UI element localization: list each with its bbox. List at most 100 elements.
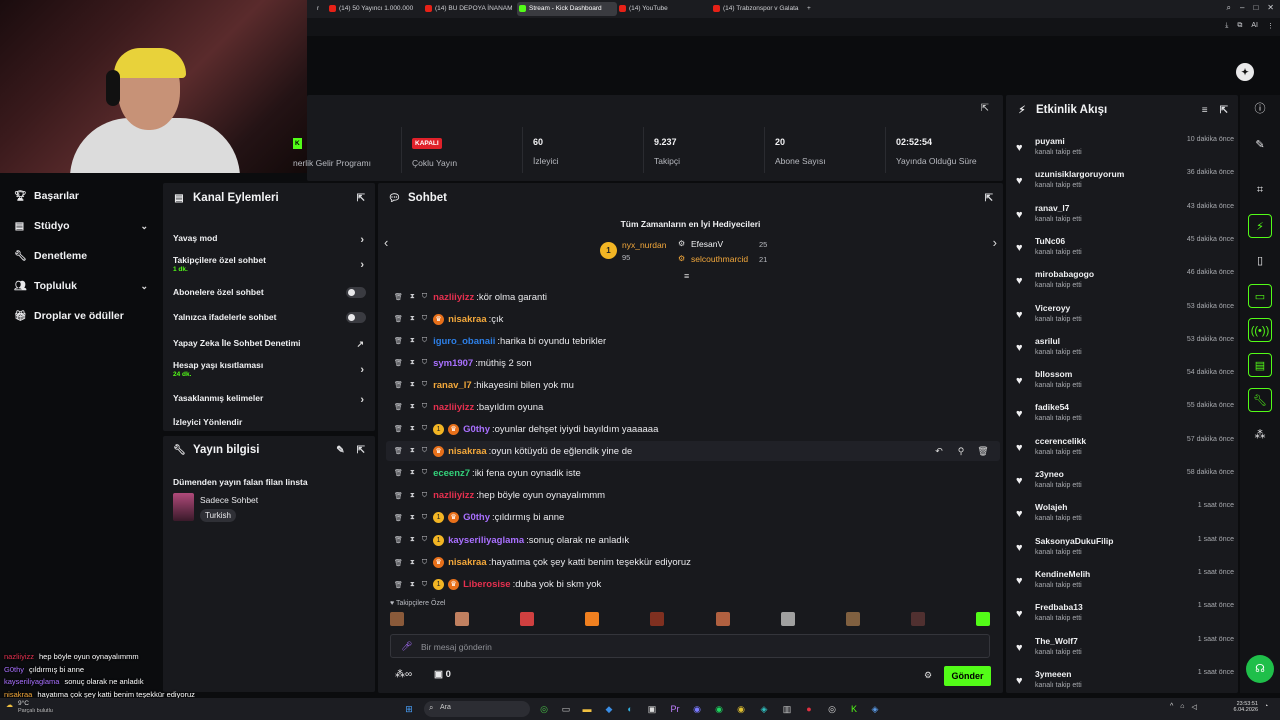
spotify-icon[interactable]: ◉ bbox=[712, 702, 726, 716]
feed-username[interactable]: ranav_l7 bbox=[1035, 203, 1070, 213]
chat-icon[interactable]: ▭ bbox=[1248, 284, 1272, 308]
feed-username[interactable]: Wolajeh bbox=[1035, 502, 1067, 512]
chat-message[interactable]: 🗑︎ ⧗ ⛉ nazliiyizz: bayıldım oyuna bbox=[386, 397, 1000, 417]
xbox-icon[interactable]: ◎ bbox=[537, 702, 551, 716]
feed-item[interactable]: ♥ KendineMelih kanalı takip etti 1 saat önc… bbox=[1016, 569, 1234, 599]
chat-username[interactable]: ranav_l7 bbox=[433, 380, 472, 391]
shield-icon[interactable]: ⛉ bbox=[422, 403, 427, 411]
broadcast-icon[interactable]: ((•)) bbox=[1248, 318, 1272, 342]
taskbar-search[interactable]: ⌕ Ara bbox=[424, 701, 530, 717]
emote[interactable] bbox=[520, 612, 535, 626]
trash-icon[interactable]: 🗑︎ bbox=[394, 293, 403, 301]
chat-message[interactable]: 🗑︎ ⧗ ⛉ iguro_obanaii: harika bi oyundu tebr… bbox=[386, 331, 1000, 351]
feed-username[interactable]: uzunisiklargoruyorum bbox=[1035, 169, 1124, 179]
windows-start-icon[interactable]: ⊞ bbox=[402, 702, 416, 716]
emote[interactable] bbox=[390, 612, 404, 626]
chat-username[interactable]: nisakraa bbox=[448, 314, 487, 325]
clock[interactable]: 23:53:51 6.04.2026 bbox=[1222, 701, 1258, 713]
mic-icon[interactable]: 🎤︎ bbox=[401, 641, 412, 652]
chat-message[interactable]: 🗑︎ ⧗ ⛉ nazliiyizz: kör olma garanti bbox=[386, 287, 1000, 307]
store-icon[interactable]: ◆ bbox=[602, 702, 616, 716]
emote[interactable] bbox=[910, 612, 925, 626]
feed-item[interactable]: ♥ ccerencelikk kanalı takip etti 57 dakika … bbox=[1016, 436, 1234, 466]
browser-tab[interactable]: rt bbox=[305, 2, 319, 16]
chat-username[interactable]: G0thy bbox=[463, 424, 490, 435]
network-icon[interactable]: ⌂ bbox=[1180, 703, 1184, 711]
document-icon[interactable]: ▯ bbox=[1248, 249, 1272, 273]
shield-icon[interactable]: ⛉ bbox=[422, 559, 427, 567]
chat-username[interactable]: nazliiyizz bbox=[433, 490, 474, 501]
chevron-left-icon[interactable]: ‹ bbox=[384, 235, 388, 250]
chat-message[interactable]: 🗑︎ ⧗ ⛉ ♛ nisakraa: hayatıma çok şey katti be… bbox=[386, 553, 1000, 573]
nav-droplar[interactable]: 🎁︎ Droplar ve ödüller bbox=[14, 307, 148, 325]
app-icon[interactable]: ◈ bbox=[757, 702, 771, 716]
trash-icon[interactable]: 🗑︎ bbox=[394, 581, 403, 589]
nav-denetleme[interactable]: 🔧︎ Denetleme bbox=[14, 247, 148, 265]
browser-tab[interactable]: (14) YouTube bbox=[617, 2, 707, 16]
feed-username[interactable]: Viceroyy bbox=[1035, 303, 1070, 313]
shield-icon[interactable]: ⛉ bbox=[422, 293, 427, 301]
minimize-icon[interactable]: – bbox=[1240, 3, 1244, 13]
browser-tab[interactable]: (14) 50 Yayıncı 1.000.000 bbox=[327, 2, 419, 16]
feed-item[interactable]: ♥ Viceroyy kanalı takip etti 53 dakika önce bbox=[1016, 303, 1234, 333]
trash-icon[interactable]: 🗑︎ bbox=[394, 559, 403, 567]
app-icon[interactable]: ▣ bbox=[645, 702, 659, 716]
feed-username[interactable]: z3yneo bbox=[1035, 469, 1064, 479]
trash-icon[interactable]: 🗑︎ bbox=[394, 359, 403, 367]
row-yapay-zeka[interactable]: Yapay Zeka İle Sohbet Denetimi ↗ bbox=[173, 338, 368, 349]
volume-icon[interactable]: ◁ bbox=[1192, 703, 1197, 711]
timeout-icon[interactable]: ⧗ bbox=[410, 559, 415, 567]
folder-icon[interactable]: ▬ bbox=[580, 702, 594, 716]
row-izleyici-yonlendir[interactable]: İzleyici Yönlendir bbox=[173, 417, 368, 427]
popout-icon[interactable]: ⇱ bbox=[985, 193, 993, 204]
row-takipci-sohbet[interactable]: Takipçilere özel sohbet 1 dk. › bbox=[173, 255, 368, 273]
row-hesap-yasi[interactable]: Hesap yaşı kısıtlaması 24 dk. › bbox=[173, 360, 368, 378]
feed-item[interactable]: ♥ Wolajeh kanalı takip etti 1 saat önce bbox=[1016, 502, 1234, 532]
trash-icon[interactable]: 🗑︎ bbox=[394, 536, 403, 544]
taskview-icon[interactable]: ▭ bbox=[559, 702, 573, 716]
feed-item[interactable]: ♥ Fredbaba13 kanalı takip etti 1 saat önce bbox=[1016, 602, 1234, 632]
users-icon[interactable]: ⁂∞ bbox=[395, 669, 412, 680]
feed-username[interactable]: The_Wolf7 bbox=[1035, 636, 1078, 646]
search-icon[interactable]: ⌕ bbox=[1227, 3, 1231, 13]
timeout-icon[interactable]: ⧗ bbox=[410, 425, 415, 433]
trash-icon[interactable]: 🗑︎ bbox=[394, 425, 403, 433]
feed-username[interactable]: asrilul bbox=[1035, 336, 1060, 346]
chat-message[interactable]: 🗑︎ ⧗ ⛉ eceenz7: iki fena oyun oynadik iste bbox=[386, 463, 1000, 483]
chat-username[interactable]: eceenz7 bbox=[433, 468, 470, 479]
emote[interactable] bbox=[975, 612, 990, 626]
subscribers-toggle[interactable] bbox=[346, 287, 366, 298]
chat-message[interactable]: 🗑︎ ⧗ ⛉ ♛ nisakraa: oyun kötüydü de eğlendik … bbox=[386, 441, 1000, 461]
emote[interactable] bbox=[650, 612, 665, 626]
shield-icon[interactable]: ⛉ bbox=[422, 315, 427, 323]
popout-icon[interactable]: ⇱ bbox=[1220, 105, 1228, 116]
timeout-icon[interactable]: ⧗ bbox=[410, 492, 415, 500]
send-button[interactable]: Gönder bbox=[944, 666, 991, 686]
feed-username[interactable]: bllossom bbox=[1035, 369, 1072, 379]
timeout-icon[interactable]: ⧗ bbox=[410, 293, 415, 301]
chat-username[interactable]: sym1907 bbox=[433, 358, 473, 369]
chat-message[interactable]: 🗑︎ ⧗ ⛉ sym1907: müthiş 2 son bbox=[386, 353, 1000, 373]
feed-item[interactable]: ♥ puyami kanalı takip etti 10 dakika önce bbox=[1016, 136, 1234, 166]
chat-username[interactable]: kayseriliyaglama bbox=[448, 535, 524, 546]
shield-icon[interactable]: ⛉ bbox=[422, 337, 427, 345]
feed-item[interactable]: ♥ ranav_l7 kanalı takip etti 43 dakika önce bbox=[1016, 203, 1234, 233]
emotes-toggle[interactable] bbox=[346, 312, 366, 323]
trash-icon[interactable]: 🗑︎ bbox=[394, 514, 403, 522]
feed-item[interactable]: ♥ bllossom kanalı takip etti 54 dakika önce bbox=[1016, 369, 1234, 399]
timeout-icon[interactable]: ⧗ bbox=[410, 536, 415, 544]
popout-icon[interactable]: ⇱ bbox=[981, 103, 989, 114]
app-icon[interactable]: ◎ bbox=[825, 702, 839, 716]
shield-icon[interactable]: ⛉ bbox=[422, 469, 427, 477]
shield-icon[interactable]: ⛉ bbox=[422, 514, 427, 522]
timeout-icon[interactable]: ⧗ bbox=[410, 447, 415, 455]
nav-studyo[interactable]: ▤ Stüdyo ⌄ bbox=[14, 217, 148, 235]
row-yasakli-kelimeler[interactable]: Yasaklanmış kelimeler › bbox=[173, 393, 368, 406]
chat-username[interactable]: nisakraa bbox=[448, 557, 487, 568]
chat-message[interactable]: 🗑︎ ⧗ ⛉ 1 kayseriliyaglama: sonuç olarak ne a… bbox=[386, 530, 1000, 550]
premiere-icon[interactable]: Pr bbox=[668, 702, 682, 716]
leader-name[interactable]: selcouthmarcid bbox=[691, 254, 748, 264]
notification-icon[interactable]: ◔ bbox=[1264, 703, 1268, 710]
tag-chip[interactable]: Turkish bbox=[200, 509, 236, 522]
chat-message[interactable]: 🗑︎ ⧗ ⛉ ranav_l7: hikayesini bilen yok mu bbox=[386, 375, 1000, 395]
